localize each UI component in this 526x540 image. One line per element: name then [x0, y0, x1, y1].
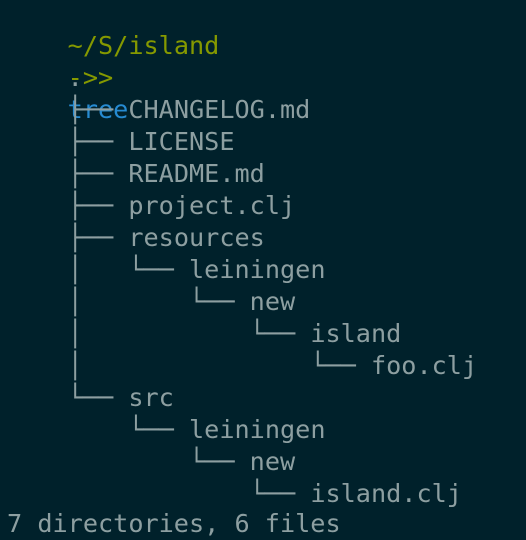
tree-summary: 7 directories, 6 files — [7, 509, 341, 538]
tree-row: └── leiningen — [7, 382, 325, 444]
tree-entry-file: foo.clj — [370, 351, 478, 380]
tree-row: ├── project.clj — [7, 158, 295, 220]
tree-guide: └── — [67, 479, 311, 508]
tree-row: └── src — [7, 350, 174, 412]
terminal-window[interactable]: ~/S/island ->> tree . ├── CHANGELOG.md ├… — [0, 0, 526, 540]
tree-row: └── new — [7, 414, 295, 476]
tree-row: │ └── new — [7, 254, 295, 316]
tree-row: │ └── island — [7, 286, 402, 348]
tree-row: │ └── foo.clj — [7, 318, 477, 380]
tree-row: ├── LICENSE — [7, 94, 235, 156]
tree-row: └── island.clj — [7, 446, 462, 508]
prompt-path: ~/S/island — [67, 31, 220, 60]
tree-entry-file: island.clj — [310, 479, 462, 508]
tree-row: ├── resources — [7, 190, 265, 252]
tree-row-root: . — [7, 30, 83, 92]
prompt-line: ~/S/island ->> tree — [7, 0, 220, 124]
tree-row: │ └── leiningen — [7, 222, 326, 284]
tree-row: ├── CHANGELOG.md — [7, 62, 311, 124]
tree-row: ├── README.md — [7, 126, 265, 188]
